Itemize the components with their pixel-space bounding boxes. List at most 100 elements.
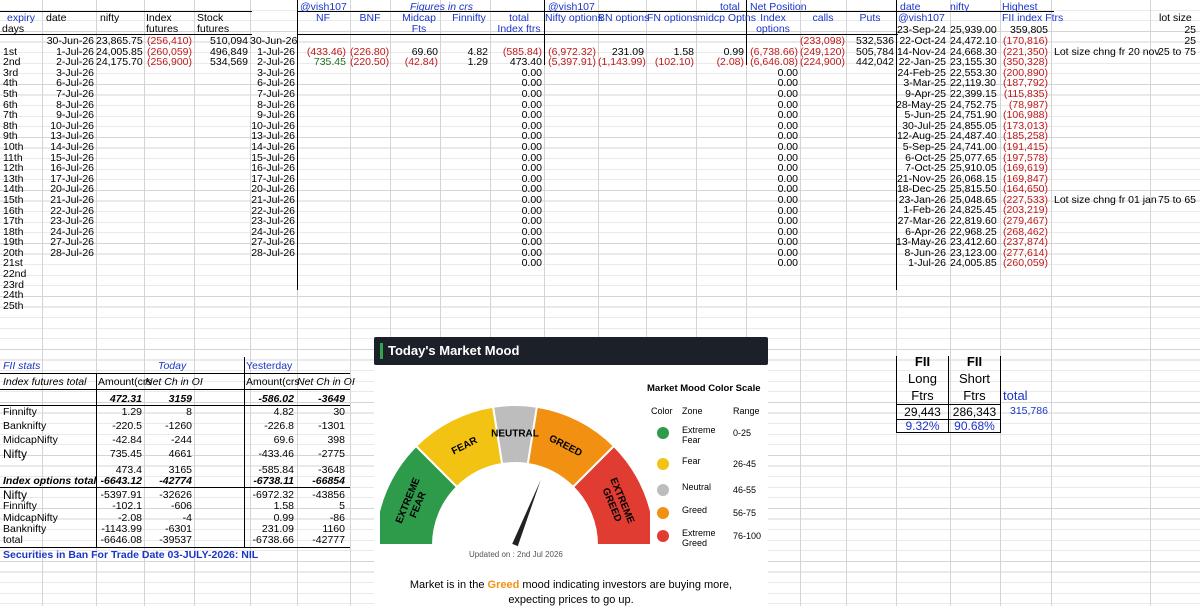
stat-name: Nifty <box>3 447 27 461</box>
date-cell-2: 14-Jul-26 <box>251 140 295 153</box>
stock-futures-cell <box>194 301 248 312</box>
calls-column: (233,098) (249,120) (224,900) <box>800 36 845 68</box>
right-nifty-header: nifty <box>950 1 970 13</box>
market-mood-header: Today's Market Mood <box>374 337 768 365</box>
index-futures-cell <box>144 174 192 185</box>
lot-size-cell <box>1150 142 1196 153</box>
stock-futures-cell <box>194 174 248 185</box>
nifty-cell: 23,865.75 <box>96 35 143 47</box>
nifty-cell <box>96 258 142 269</box>
nifty-cell <box>96 163 142 174</box>
stock-futures-cell <box>194 89 248 100</box>
index-options-column: (6,738.66) (6,646.08) 0.00 0.00 0.00 0.00 0.00… <box>746 46 798 269</box>
nifty-cell <box>96 280 142 291</box>
lot-size-cell <box>1150 174 1196 185</box>
scale-color-header: Color <box>651 406 673 416</box>
scale-zone-header: Zone <box>682 406 703 416</box>
right-nifty-column: 25,939.00 24,472.10 24,668.30 23,155.30 22,5… <box>950 25 997 269</box>
stat-today-oi: 8 <box>186 406 192 418</box>
highest-fii-column: 359,805 (170,816) (221,350) (350,328) (200,8… <box>1000 25 1048 269</box>
lot-size-cell <box>1150 57 1196 68</box>
index-futures-cell <box>144 110 192 121</box>
index-options-zero-cell: 0.00 <box>777 87 798 100</box>
legend-dot <box>657 427 669 439</box>
note-cell <box>1054 36 1150 47</box>
index-futures-cell <box>144 227 192 238</box>
fii-stats-title: FII stats <box>3 360 41 372</box>
stock-futures-cell <box>194 206 248 217</box>
updated-on-text: Updated on : 2nd Jul 2026 <box>469 550 563 559</box>
stock-futures-cell <box>194 290 248 301</box>
amount-header-2: Amount(crs <box>246 376 300 388</box>
legend-zone: Greed <box>682 505 708 515</box>
net-ch-header: Net Ch in OI <box>145 376 203 388</box>
index-futures-cell <box>144 89 192 100</box>
midcp-options-column: 0.99 (2.08) <box>696 46 744 68</box>
legend-dot <box>657 458 669 470</box>
legend-zone: Fear <box>682 456 701 466</box>
note-cell <box>1054 110 1150 121</box>
note-cell <box>1054 89 1150 100</box>
index-futures-cell: (256,900) <box>147 56 192 69</box>
stat-yest-amount: 4.82 <box>273 406 294 418</box>
stock-futures-column: 510,094 496,849 534,569 <box>194 36 248 311</box>
stock-futures-cell <box>194 237 248 248</box>
market-mood-title: Today's Market Mood <box>388 343 520 358</box>
notes-column: Lot size chng fr 20 nov Lot size chng fr … <box>1054 25 1160 269</box>
stock-futures-cell <box>194 248 248 259</box>
stat-yest-amount: 69.6 <box>273 434 294 446</box>
fii-total-value: 315,786 <box>1010 405 1048 417</box>
index-futures-cell <box>144 100 192 111</box>
opt-total-yest-oi: -66854 <box>312 475 345 487</box>
date-cell-2: 7-Jul-26 <box>257 87 295 100</box>
finnifty-header: Finnifty <box>452 12 486 24</box>
highest-fii-cell: (191,415) <box>1003 140 1048 153</box>
date-cell <box>44 258 94 269</box>
stat-today-oi: -4 <box>182 511 192 524</box>
index-futures-cell <box>144 68 192 79</box>
finnifty-column: 4.82 1.29 <box>440 46 488 68</box>
fut-total-today-amount: 472.31 <box>109 393 142 405</box>
lot-size-cell <box>1150 237 1196 248</box>
index-options-zero-cell: 0.00 <box>777 193 798 206</box>
highest-fii-cell: (115,835) <box>1003 87 1048 100</box>
mood-word: Greed <box>487 579 520 591</box>
total-index-column: (585.84) 473.40 0.00 0.00 0.00 0.00 0.00 0.00 0.… <box>490 46 542 269</box>
stat-name: MidcapNifty <box>3 511 58 524</box>
neutral-label: NEUTRAL <box>491 429 539 440</box>
date-cell-2: 30-Jun-26 <box>250 35 298 47</box>
date-cell-2 <box>250 258 295 269</box>
note-cell <box>1054 248 1150 259</box>
note-cell: Lot size chng fr 01 jan <box>1054 193 1157 206</box>
stat-today-amount: 1.29 <box>121 406 142 418</box>
midcap-cell: (42.84) <box>404 56 438 69</box>
index-futures-cell <box>144 153 192 164</box>
nf-column: (433.46) 735.45 <box>298 46 346 68</box>
index-futures-cell <box>144 142 192 153</box>
index-futures-cell <box>144 121 192 132</box>
nifty-options-header: Nifty options <box>545 12 603 24</box>
stat-yest-oi: -86 <box>329 511 345 524</box>
stat-today-amount: 735.45 <box>109 448 142 460</box>
nifty-cell <box>96 142 142 153</box>
nifty_opt-cell: (5,397.91) <box>548 56 596 69</box>
nifty-cell <box>96 216 142 227</box>
nifty-cell <box>96 131 142 142</box>
stat-today-amount: -2.08 <box>118 511 142 524</box>
opt-total-today-oi: -42774 <box>159 475 192 487</box>
nifty-cell <box>96 78 142 89</box>
note-cell <box>1054 174 1150 185</box>
fii-short-pct: 90.68% <box>954 419 995 433</box>
lot-size-cell <box>1150 216 1196 227</box>
stock-futures-cell <box>194 269 248 280</box>
nifty-cell <box>96 100 142 111</box>
right-nifty-cell: 22,399.15 <box>950 87 997 100</box>
lot-size-cell <box>1150 121 1196 132</box>
date-cell-2: 28-Jul-26 <box>251 246 295 259</box>
fii-short-h2: Short <box>958 371 991 386</box>
stat-today-oi: -39537 <box>159 534 192 547</box>
note-cell <box>1054 131 1150 142</box>
lot-size-cell <box>1150 100 1196 111</box>
day-cell: 15th <box>3 193 24 206</box>
lot-size-cell <box>1150 227 1196 238</box>
